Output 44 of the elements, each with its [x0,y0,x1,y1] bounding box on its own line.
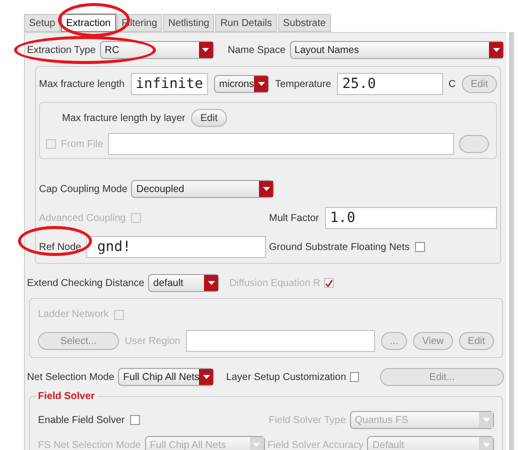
checkbox[interactable] [130,415,140,425]
field-label: Ref Node [39,240,82,254]
edit-button[interactable]: Edit [191,109,227,127]
field-label: User Region [124,334,180,348]
mult-factor-input[interactable]: 1.0 [325,207,497,229]
unit-label: C [448,78,456,92]
field-label: Net Selection Mode [27,370,114,384]
field-label: Extend Checking Distance [27,276,144,290]
field-label: Extraction Type [27,44,96,58]
field-label: Temperature [275,78,332,92]
checkbox-label: Ladder Network [38,308,109,322]
checkbox-label: Enable Field Solver [38,414,125,428]
tab[interactable]: Run Details [215,14,278,32]
tab[interactable]: Netlisting [163,14,214,32]
checkbox[interactable] [350,372,360,382]
tab[interactable]: Setup [24,14,60,32]
field-label: Cap Coupling Mode [39,182,128,196]
scrollbar[interactable] [509,32,514,450]
field-label: FS Net Selection Mode [38,438,141,450]
field-label: Field Solver Type [268,414,346,428]
unit-dropdown[interactable]: microns [214,75,270,93]
checkbox-label: Diffusion Equation R [229,276,320,290]
checkbox-label: Layer Setup Customization [226,370,346,384]
checkbox[interactable] [414,242,425,252]
extraction-type-dropdown[interactable]: RC [100,41,214,59]
cap-coupling-dropdown[interactable]: Decoupled [131,180,274,198]
ref-node-input[interactable]: gnd! [86,236,266,258]
tab[interactable]: Extraction [61,14,116,32]
checkbox-label: From File [61,138,104,152]
field-label: Mult Factor [268,212,319,226]
tab[interactable]: Substrate [278,14,331,32]
browse-button[interactable] [459,135,490,153]
checkbox-label: Ground Substrate Floating Nets [269,240,410,254]
extend-checking-dropdown[interactable]: default [148,274,220,292]
field-label: Max fracture length [39,78,125,92]
name-space-dropdown[interactable]: Layout Names [290,41,504,59]
checkbox-label: Advanced Coupling [39,212,126,226]
field-label: Field Solver Accuracy [267,438,364,450]
field-label: Max fracture length by layer [62,112,186,126]
net-selection-dropdown[interactable]: Full Chip All Nets [118,368,214,386]
field-label: Name Space [228,44,286,58]
max-fracture-input[interactable]: infinite [130,73,208,95]
temperature-input[interactable]: 25.0 [337,73,443,95]
file-path-input[interactable] [108,133,454,155]
